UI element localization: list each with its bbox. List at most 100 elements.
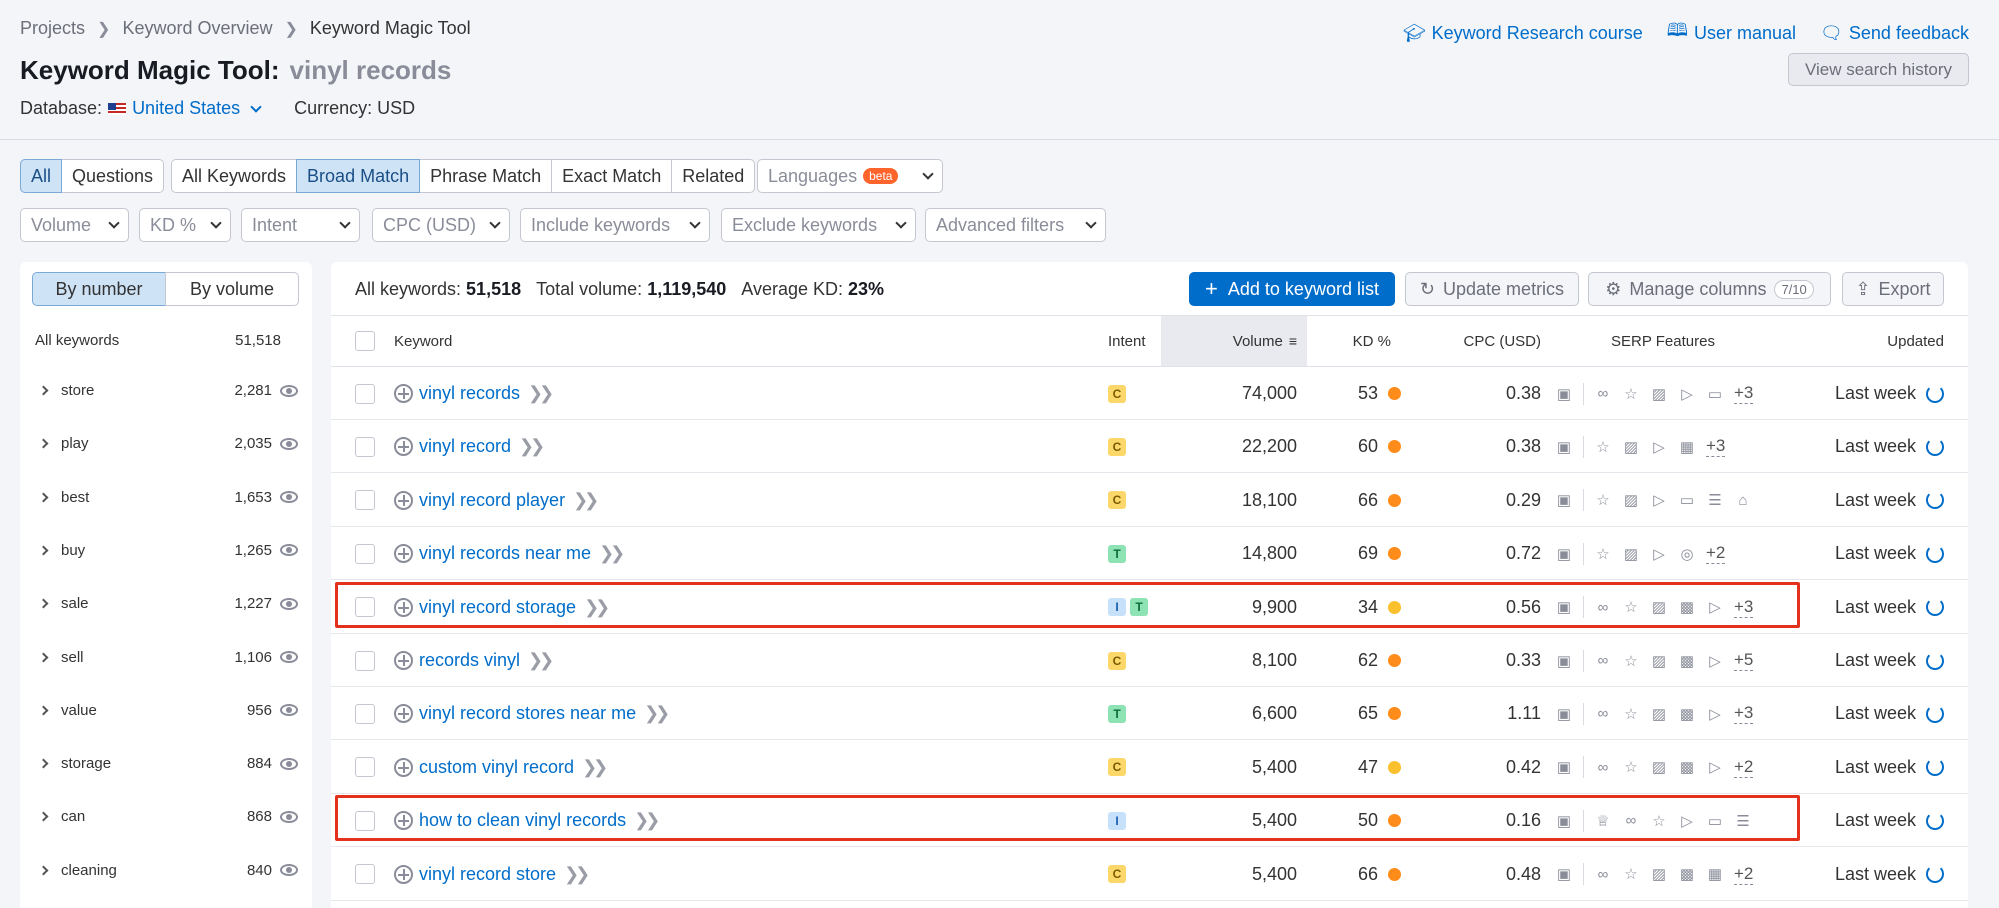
double-chevron-icon[interactable]: ❯❯ <box>573 490 599 511</box>
snippet-icon[interactable]: ▣ <box>1555 865 1573 883</box>
eye-icon[interactable] <box>280 704 298 717</box>
languages-dropdown[interactable]: Languages beta <box>757 159 943 193</box>
add-keyword-icon[interactable] <box>394 864 413 884</box>
star-icon[interactable]: ☆ <box>1594 545 1612 563</box>
link-icon[interactable]: ∞ <box>1594 758 1612 776</box>
keyword-group-row[interactable]: can 868 <box>20 790 312 843</box>
link-icon[interactable]: ∞ <box>1594 865 1612 883</box>
keyword-link[interactable]: custom vinyl record <box>419 757 574 778</box>
kd-filter[interactable]: KD % <box>139 208 231 242</box>
keyword-group-row[interactable]: buy 1,265 <box>20 524 312 577</box>
keyword-research-course-link[interactable]: 🎓︎ Keyword Research course <box>1403 18 1643 48</box>
star-icon[interactable]: ☆ <box>1622 705 1640 723</box>
tab-broad-match[interactable]: Broad Match <box>296 159 421 193</box>
star-icon[interactable]: ☆ <box>1622 652 1640 670</box>
add-keyword-icon[interactable] <box>394 437 413 457</box>
chevron-down-icon[interactable] <box>250 100 262 113</box>
advanced-filters[interactable]: Advanced filters <box>925 208 1106 242</box>
keyword-link[interactable]: vinyl record stores near me <box>419 703 636 724</box>
more-serp-features[interactable]: +5 <box>1734 650 1754 671</box>
video-icon[interactable]: ▷ <box>1706 705 1724 723</box>
refresh-icon[interactable] <box>1926 704 1944 723</box>
image-icon[interactable]: ▨ <box>1650 385 1668 403</box>
keyword-link[interactable]: vinyl record store <box>419 864 556 885</box>
keyword-group-row[interactable]: cleaning 840 <box>20 844 312 897</box>
by-volume-button[interactable]: By volume <box>165 272 299 306</box>
eye-icon[interactable] <box>280 757 298 770</box>
expand-icon[interactable] <box>38 811 49 822</box>
expand-icon[interactable] <box>38 385 49 396</box>
star-icon[interactable]: ☆ <box>1622 385 1640 403</box>
all-keywords-group[interactable]: All keywords 51,518 <box>35 332 305 349</box>
refresh-icon[interactable] <box>1926 491 1944 510</box>
refresh-icon[interactable] <box>1926 544 1944 563</box>
volume-filter[interactable]: Volume <box>20 208 129 242</box>
expand-icon[interactable] <box>38 438 49 449</box>
keyword-link[interactable]: records vinyl <box>419 650 520 671</box>
column-cpc[interactable]: CPC (USD) <box>1441 316 1542 366</box>
video-icon[interactable]: ▷ <box>1650 545 1668 563</box>
video-icon[interactable]: ▷ <box>1650 491 1668 509</box>
exclude-keywords-filter[interactable]: Exclude keywords <box>721 208 916 242</box>
update-metrics-button[interactable]: ↻ Update metrics <box>1405 272 1579 306</box>
star-icon[interactable]: ☆ <box>1594 491 1612 509</box>
double-chevron-icon[interactable]: ❯❯ <box>644 703 670 724</box>
add-keyword-icon[interactable] <box>394 384 413 403</box>
star-icon[interactable]: ☆ <box>1622 758 1640 776</box>
send-feedback-link[interactable]: 🗨︎ Send feedback <box>1820 18 1969 48</box>
manage-columns-button[interactable]: ⚙ Manage columns 7/10 <box>1588 272 1831 306</box>
expand-icon[interactable] <box>38 652 49 662</box>
tab-exact-match[interactable]: Exact Match <box>551 159 673 193</box>
eye-icon[interactable] <box>280 437 298 450</box>
database-select[interactable]: United States <box>132 98 240 119</box>
tab-related[interactable]: Related <box>671 159 756 193</box>
expand-icon[interactable] <box>38 598 49 609</box>
double-chevron-icon[interactable]: ❯❯ <box>599 543 625 564</box>
row-checkbox[interactable] <box>355 634 375 687</box>
double-chevron-icon[interactable]: ❯❯ <box>528 650 554 671</box>
video-icon[interactable]: ▷ <box>1650 438 1668 456</box>
add-keyword-icon[interactable] <box>394 651 413 670</box>
keyword-group-row[interactable]: value 956 <box>20 684 312 737</box>
row-checkbox[interactable] <box>355 527 375 580</box>
more-serp-features[interactable]: +2 <box>1734 864 1754 885</box>
link-icon[interactable]: ∞ <box>1594 385 1612 403</box>
keyword-group-row[interactable]: storage 884 <box>20 737 312 790</box>
column-keyword[interactable]: Keyword <box>394 316 452 366</box>
image-icon[interactable]: ▨ <box>1622 491 1640 509</box>
keyword-group-row[interactable]: store 2,281 <box>20 364 312 417</box>
row-checkbox[interactable] <box>355 741 375 794</box>
eye-icon[interactable] <box>280 597 298 610</box>
more-serp-features[interactable]: +2 <box>1734 757 1754 778</box>
add-keyword-icon[interactable] <box>394 544 413 564</box>
star-icon[interactable]: ☆ <box>1594 438 1612 456</box>
refresh-icon[interactable] <box>1926 384 1944 403</box>
add-keyword-icon[interactable] <box>394 757 413 777</box>
star-icon[interactable]: ☆ <box>1622 865 1640 883</box>
export-button[interactable]: ⇪ Export <box>1842 272 1944 306</box>
tab-questions[interactable]: Questions <box>61 159 165 193</box>
row-checkbox[interactable] <box>355 848 375 901</box>
add-keyword-icon[interactable] <box>394 704 413 724</box>
expand-icon[interactable] <box>38 865 49 876</box>
double-chevron-icon[interactable]: ❯❯ <box>564 864 590 885</box>
tab-all[interactable]: All <box>20 159 63 193</box>
pin-icon[interactable]: ◎ <box>1678 545 1696 563</box>
cpc-filter[interactable]: CPC (USD) <box>372 208 510 242</box>
video-icon[interactable]: ▷ <box>1678 385 1696 403</box>
expand-icon[interactable] <box>38 758 49 769</box>
gallery-icon[interactable]: ▩ <box>1678 758 1696 776</box>
keyword-link[interactable]: vinyl records near me <box>419 543 591 564</box>
double-chevron-icon[interactable]: ❯❯ <box>528 383 554 404</box>
image-icon[interactable]: ▨ <box>1650 865 1668 883</box>
expand-icon[interactable] <box>38 545 49 556</box>
keyword-group-row[interactable]: best 1,653 <box>20 471 312 524</box>
chat-icon[interactable]: ▭ <box>1706 385 1724 403</box>
row-checkbox[interactable] <box>355 420 375 473</box>
column-kd[interactable]: KD % <box>1321 316 1391 366</box>
keyword-group-row[interactable]: sell 1,106 <box>20 631 312 684</box>
link-icon[interactable]: ∞ <box>1594 705 1612 723</box>
refresh-icon[interactable] <box>1926 437 1944 456</box>
snippet-icon[interactable]: ▣ <box>1555 385 1573 403</box>
breadcrumb-keyword-overview[interactable]: Keyword Overview <box>122 18 272 39</box>
